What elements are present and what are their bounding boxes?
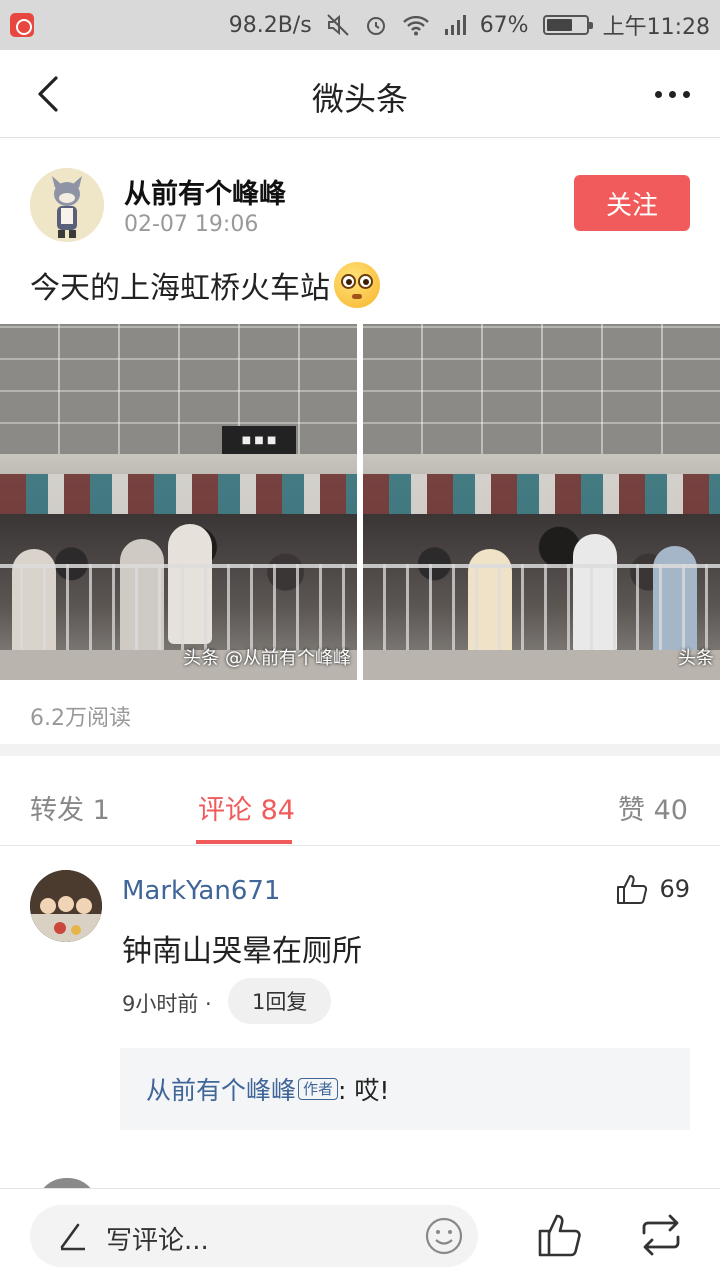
mute-icon [326,14,349,36]
commenter-username[interactable]: MarkYan671 [122,876,280,906]
thumbs-up-icon [617,875,648,904]
flushed-face-emoji-icon [334,262,380,308]
bottom-bar: 写评论... [0,1188,720,1280]
post-photo-1[interactable]: ■ ■ ■ 头条 @从前有个峰峰 [0,324,357,680]
comment-text: 钟南山哭晕在厕所 [122,934,362,969]
page-title: 微头条 [311,80,408,118]
battery-percent: 67% [479,12,529,38]
photo-watermark-2: 头条 [678,648,714,669]
status-bar-right: 98.2B/s 67% 上午11:28 [229,0,710,50]
comment-like-button[interactable]: 69 [615,872,690,906]
commenter-avatar[interactable] [30,870,102,942]
comment-time: 9小时前 · [122,992,212,1016]
follow-button[interactable]: 关注 [574,175,690,231]
tab-repost[interactable]: 转发 1 [30,788,110,827]
author-badge: 作者 [298,1078,339,1100]
reply-author[interactable]: 从前有个峰峰 [146,1071,296,1107]
view-replies-button[interactable]: 1回复 [228,978,332,1024]
post-text-content: 今天的上海虹桥火车站 [30,271,330,306]
photo-watermark: 头条 @从前有个峰峰 [183,648,351,669]
station-sign-image: ■ ■ ■ [222,426,296,454]
reply-preview[interactable]: 从前有个峰峰 作者 : 哎! [120,1048,690,1130]
like-icon[interactable] [536,1211,584,1259]
section-divider [0,744,720,756]
pen-icon [60,1223,85,1251]
tab-likes[interactable]: 赞 40 [618,788,688,827]
group-photo-avatar-image [30,870,102,942]
status-bar: 98.2B/s 67% 上午11:28 [0,0,720,50]
nav-bar: 微头条 [0,50,720,138]
reply-text: : 哎! [338,1076,390,1105]
network-speed: 98.2B/s [228,12,312,38]
author-avatar[interactable] [30,168,104,242]
comment-composer[interactable]: 写评论... [30,1205,478,1267]
emoji-icon[interactable] [424,1216,464,1256]
alarm-icon [366,17,385,35]
active-tab-indicator [196,840,292,844]
repost-icon[interactable] [636,1211,686,1259]
post-photo-2[interactable]: 头条 [363,324,720,680]
tab-comments[interactable]: 评论 84 [198,788,295,827]
read-count: 6.2万阅读 [30,706,131,731]
post-timestamp: 02-07 19:06 [124,212,259,237]
battery-fill [546,19,572,31]
battery-icon [542,15,593,35]
wifi-icon [402,15,429,36]
interaction-tabs: 转发 1 评论 84 赞 40 [0,756,720,846]
clock: 上午11:28 [602,15,710,40]
post-text: 今天的上海虹桥火车站 [30,262,380,308]
comment-input-placeholder[interactable]: 写评论... [106,1220,209,1257]
comment-like-count: 69 [659,875,690,903]
toutiao-app-icon [10,13,34,37]
more-options-icon[interactable] [642,70,702,118]
cartoon-cat-avatar-image [30,168,104,242]
author-name[interactable]: 从前有个峰峰 [124,172,286,211]
signal-icon [444,15,466,35]
